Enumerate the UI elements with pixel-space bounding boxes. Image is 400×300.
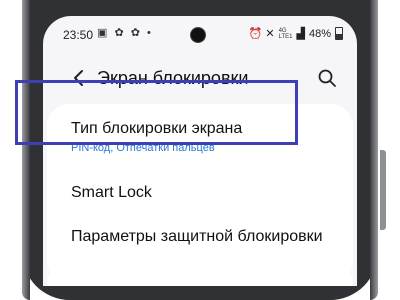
notification-icons: ▣ ✿ ✿ •: [97, 27, 153, 39]
battery-percent: 48%: [308, 27, 331, 40]
setting-secure-lock-params[interactable]: Параметры защитной блокировки: [47, 216, 353, 262]
next-settings-card: [47, 262, 353, 286]
signal-icon: ▟: [296, 28, 305, 40]
setting-title: Smart Lock: [71, 184, 152, 201]
setting-title: Параметры защитной блокировки: [71, 228, 323, 245]
search-icon[interactable]: [317, 68, 337, 88]
phone-side-button: [380, 150, 386, 230]
network-indicator: 4G LTE1: [278, 27, 293, 40]
phone-edge-right: [370, 0, 378, 300]
status-right-icons: ⏰ ✕ 4G LTE1 ▟ 48%: [249, 27, 343, 40]
status-time: 23:50: [63, 28, 94, 42]
highlight-box: [15, 80, 298, 145]
front-camera: [191, 28, 205, 42]
status-bar: 23:50 ▣ ✿ ✿ • ⏰ ✕ 4G LTE1 ▟ 48%: [43, 16, 357, 50]
phone-screen: 23:50 ▣ ✿ ✿ • ⏰ ✕ 4G LTE1 ▟ 48% Экран бл…: [43, 16, 357, 286]
setting-smart-lock[interactable]: Smart Lock: [47, 170, 353, 216]
alarm-mute-icons: ⏰ ✕: [248, 28, 275, 40]
battery-icon: [335, 27, 343, 40]
phone-edge-left: [22, 0, 30, 300]
